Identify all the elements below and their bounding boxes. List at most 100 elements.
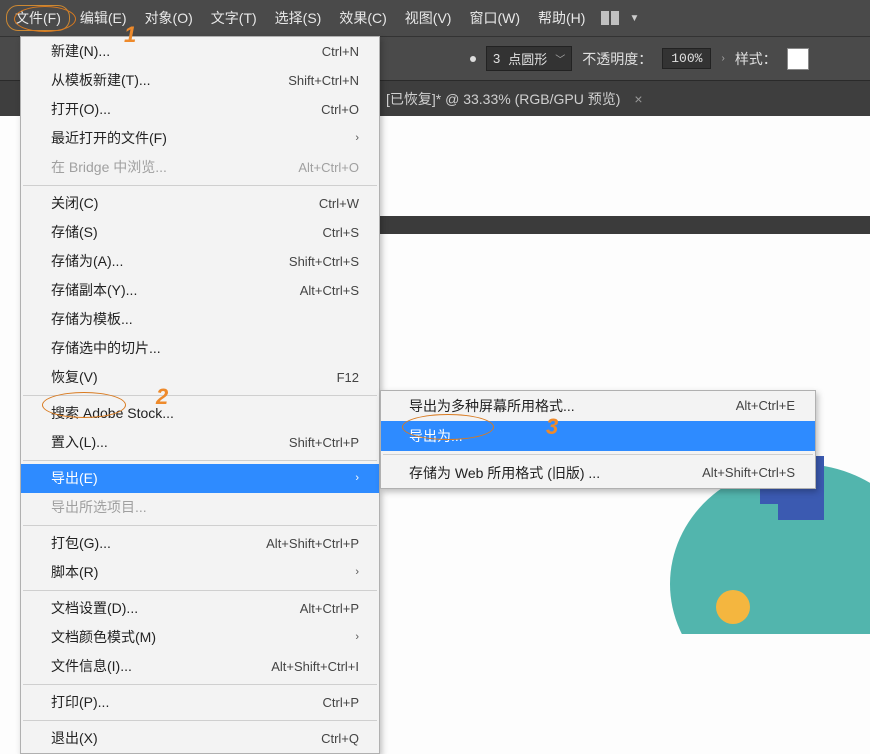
menu-type[interactable]: 文字(T) xyxy=(203,4,265,32)
menu-item-label: 文档设置(D)... xyxy=(51,598,138,619)
separator xyxy=(23,684,377,685)
separator xyxy=(23,525,377,526)
menu-item-label: 关闭(C) xyxy=(51,193,98,214)
opacity-input[interactable]: 100% xyxy=(662,48,711,69)
menu-effect[interactable]: 效果(C) xyxy=(331,4,394,32)
menu-item-label: 导出所选项目... xyxy=(51,497,147,518)
menu-item-label: 文件信息(I)... xyxy=(51,656,132,677)
workspace-icon[interactable] xyxy=(601,11,623,25)
menu-item-label: 置入(L)... xyxy=(51,432,108,453)
menu-item-shortcut: Ctrl+Q xyxy=(321,728,359,749)
separator xyxy=(23,185,377,186)
menu-item[interactable]: 新建(N)... Ctrl+N xyxy=(21,37,379,66)
submenu-item-shortcut: Alt+Shift+Ctrl+S xyxy=(702,462,795,484)
menu-item[interactable]: 打开(O)... Ctrl+O xyxy=(21,95,379,124)
menu-item[interactable]: 文件信息(I)... Alt+Shift+Ctrl+I xyxy=(21,652,379,681)
menu-view[interactable]: 视图(V) xyxy=(397,4,460,32)
export-submenu: 导出为多种屏幕所用格式...Alt+Ctrl+E 导出为... 存储为 Web 所用… xyxy=(380,390,816,489)
menu-item[interactable]: 打印(P)... Ctrl+P xyxy=(21,688,379,717)
close-icon[interactable]: × xyxy=(634,91,642,107)
menu-item-label: 打包(G)... xyxy=(51,533,111,554)
submenu-item[interactable]: 导出为... xyxy=(381,421,815,451)
menu-file[interactable]: 文件(F) xyxy=(6,5,70,31)
menu-item[interactable]: 文档设置(D)... Alt+Ctrl+P xyxy=(21,594,379,623)
separator xyxy=(23,460,377,461)
submenu-item[interactable]: 存储为 Web 所用格式 (旧版) ... Alt+Shift+Ctrl+S xyxy=(381,458,815,488)
menu-item[interactable]: 恢复(V)F12 xyxy=(21,363,379,392)
menu-item-shortcut: Ctrl+W xyxy=(319,193,359,214)
menu-item[interactable]: 存储(S)Ctrl+S xyxy=(21,218,379,247)
menu-item-shortcut: Ctrl+P xyxy=(323,692,359,713)
menu-item[interactable]: 存储为(A)... Shift+Ctrl+S xyxy=(21,247,379,276)
menu-item-label: 打开(O)... xyxy=(51,99,111,120)
ruler-strip xyxy=(380,216,870,234)
menu-item[interactable]: 搜索 Adobe Stock... xyxy=(21,399,379,428)
menu-item: 在 Bridge 中浏览... Alt+Ctrl+O xyxy=(21,153,379,182)
menu-item[interactable]: 存储选中的切片... xyxy=(21,334,379,363)
menu-item-label: 文档颜色模式(M) xyxy=(51,627,156,648)
submenu-item-label: 导出为多种屏幕所用格式... xyxy=(409,395,575,417)
stroke-type: 点圆形 xyxy=(508,49,547,68)
bullet-icon xyxy=(470,56,476,62)
menu-item-label: 打印(P)... xyxy=(51,692,109,713)
stroke-size: 3 xyxy=(493,51,500,66)
chevron-right-icon[interactable]: › xyxy=(721,53,724,64)
separator xyxy=(23,720,377,721)
style-swatch[interactable] xyxy=(787,48,809,70)
menu-item[interactable]: 关闭(C) Ctrl+W xyxy=(21,189,379,218)
menu-item-label: 存储为模板... xyxy=(51,309,133,330)
chevron-down-icon: ﹀ xyxy=(555,51,565,66)
menu-item-label: 存储副本(Y)... xyxy=(51,280,137,301)
menu-item-shortcut: Ctrl+S xyxy=(323,222,359,243)
menu-item[interactable]: 打包(G)... Alt+Shift+Ctrl+P xyxy=(21,529,379,558)
menu-item-shortcut: Alt+Shift+Ctrl+P xyxy=(266,533,359,554)
menu-help[interactable]: 帮助(H) xyxy=(530,4,593,32)
submenu-item[interactable]: 导出为多种屏幕所用格式...Alt+Ctrl+E xyxy=(381,391,815,421)
menu-item-shortcut: Alt+Ctrl+O xyxy=(298,157,359,178)
menu-item[interactable]: 从模板新建(T)... Shift+Ctrl+N xyxy=(21,66,379,95)
file-menu-dropdown: 新建(N)... Ctrl+N 从模板新建(T)... Shift+Ctrl+N 打开(… xyxy=(20,36,380,754)
chevron-right-icon: › xyxy=(355,627,359,648)
submenu-item-label: 存储为 Web 所用格式 (旧版) ... xyxy=(409,462,600,484)
chevron-right-icon: › xyxy=(355,562,359,583)
menu-item-shortcut: Ctrl+N xyxy=(322,41,359,62)
opacity-label: 不透明度： xyxy=(582,49,652,69)
menu-item-label: 从模板新建(T)... xyxy=(51,70,151,91)
menu-select[interactable]: 选择(S) xyxy=(267,4,330,32)
separator xyxy=(23,395,377,396)
chevron-right-icon: › xyxy=(355,128,359,149)
menu-item-label: 新建(N)... xyxy=(51,41,110,62)
menu-item-label: 最近打开的文件(F) xyxy=(51,128,167,149)
menu-bar: 文件(F) 编辑(E) 对象(O) 文字(T) 选择(S) 效果(C) 视图(V… xyxy=(0,0,870,36)
menu-item-label: 退出(X) xyxy=(51,728,98,749)
menu-item-label: 搜索 Adobe Stock... xyxy=(51,403,174,424)
menu-edit[interactable]: 编辑(E) xyxy=(72,4,135,32)
menu-item[interactable]: 退出(X) Ctrl+Q xyxy=(21,724,379,753)
tab-title[interactable]: [已恢复]* @ 33.33% (RGB/GPU 预览) xyxy=(386,89,620,109)
menu-item[interactable]: 存储副本(Y)...Alt+Ctrl+S xyxy=(21,276,379,305)
menu-item-shortcut: Shift+Ctrl+P xyxy=(289,432,359,453)
menu-item-shortcut: Shift+Ctrl+S xyxy=(289,251,359,272)
menu-item: 导出所选项目... xyxy=(21,493,379,522)
menu-item-label: 存储为(A)... xyxy=(51,251,123,272)
menu-object[interactable]: 对象(O) xyxy=(137,4,201,32)
menu-item-shortcut: Alt+Shift+Ctrl+I xyxy=(271,656,359,677)
menu-item-label: 存储选中的切片... xyxy=(51,338,161,359)
menu-item[interactable]: 导出(E)› xyxy=(21,464,379,493)
submenu-item-label: 导出为... xyxy=(409,425,463,447)
menu-item[interactable]: 存储为模板... xyxy=(21,305,379,334)
stroke-select[interactable]: 3 点圆形 ﹀ xyxy=(486,46,572,71)
menu-item-shortcut: Ctrl+O xyxy=(321,99,359,120)
menu-window[interactable]: 窗口(W) xyxy=(461,4,528,32)
menu-item-shortcut: Alt+Ctrl+P xyxy=(300,598,359,619)
menu-item[interactable]: 置入(L)... Shift+Ctrl+P xyxy=(21,428,379,457)
chevron-down-icon: ▼ xyxy=(629,13,639,24)
menu-item-label: 脚本(R) xyxy=(51,562,98,583)
separator xyxy=(383,454,813,455)
menu-item-shortcut: F12 xyxy=(337,367,359,388)
menu-item-shortcut: Shift+Ctrl+N xyxy=(288,70,359,91)
menu-item-label: 在 Bridge 中浏览... xyxy=(51,157,167,178)
menu-item[interactable]: 最近打开的文件(F) › xyxy=(21,124,379,153)
menu-item[interactable]: 文档颜色模式(M) › xyxy=(21,623,379,652)
menu-item[interactable]: 脚本(R) › xyxy=(21,558,379,587)
